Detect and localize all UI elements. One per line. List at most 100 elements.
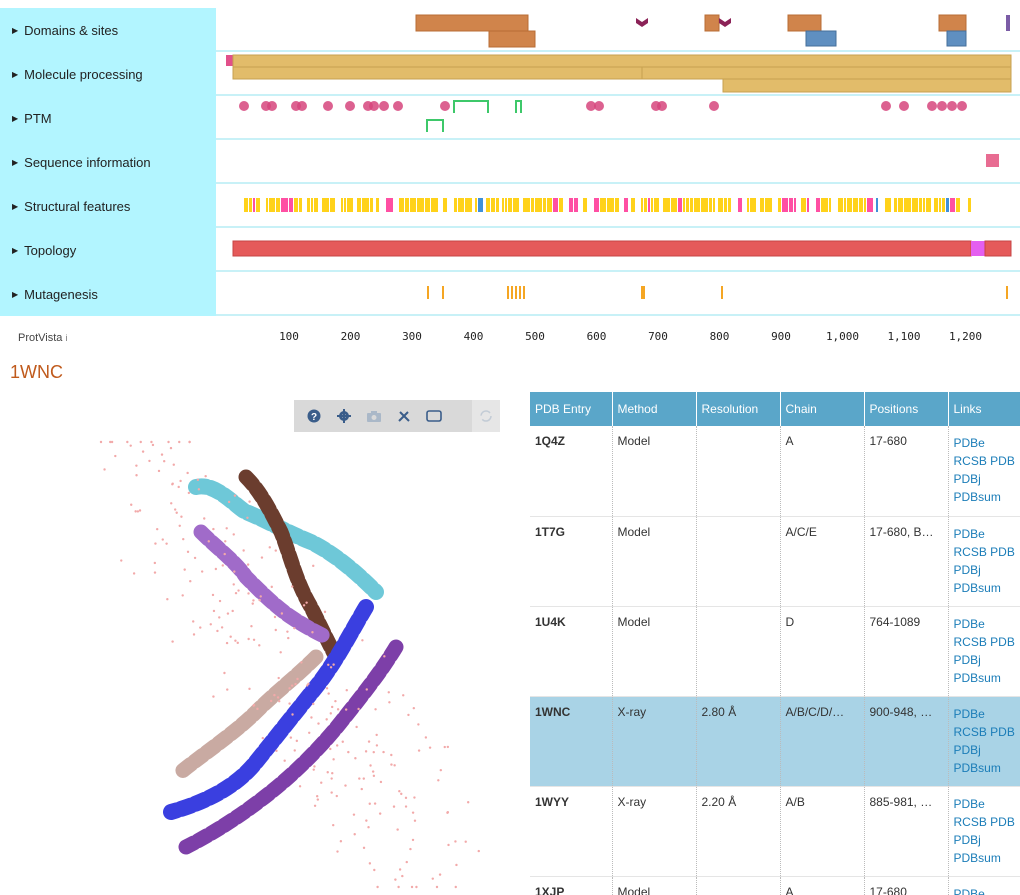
structural-feature[interactable] [686,198,689,212]
structural-feature[interactable] [859,198,863,212]
column-header-pdb-entry[interactable]: PDB Entry [530,392,613,426]
structural-feature[interactable] [535,198,542,212]
structural-feature[interactable] [683,198,685,212]
structural-feature[interactable] [671,198,677,212]
track-label-mutagenesis[interactable]: ▶ Mutagenesis [0,272,216,316]
structural-feature[interactable] [864,198,866,212]
site-feature[interactable] [719,18,731,27]
track-label-molecule-processing[interactable]: ▶ Molecule processing [0,52,216,96]
ptm-glycosylation-site[interactable] [957,101,967,111]
structural-feature[interactable] [926,198,931,212]
mutagenesis-site[interactable] [515,286,517,299]
mutagenesis-site[interactable] [507,286,509,299]
link-pdbsum[interactable]: PDBsum [954,759,1020,777]
structural-feature[interactable] [838,198,843,212]
ptm-glycosylation-site[interactable] [927,101,937,111]
track-label-topology[interactable]: ▶ Topology [0,228,216,272]
structural-feature[interactable] [289,198,293,212]
column-header-links[interactable]: Links [948,392,1020,426]
link-rcsb-pdb[interactable]: RCSB PDB [954,633,1020,651]
column-header-chain[interactable]: Chain [780,392,865,426]
structural-feature[interactable] [950,198,955,212]
topology-extracellular[interactable] [232,240,972,257]
disulfide-bond[interactable] [453,100,489,113]
structural-feature[interactable] [615,198,619,212]
column-header-method[interactable]: Method [612,392,697,426]
table-row[interactable]: 1XJP Model A 17-680 PDBe [530,876,1020,895]
table-row[interactable]: 1WYY X-ray 2.20 Å A/B 885-981, … PDBe RCSB PDB… [530,786,1020,877]
structural-feature[interactable] [559,198,563,212]
link-pdbsum[interactable]: PDBsum [954,579,1020,597]
link-rcsb-pdb[interactable]: RCSB PDB [954,543,1020,561]
structural-feature[interactable] [624,198,628,212]
link-pdbe[interactable]: PDBe [954,434,1020,452]
domain-feature[interactable] [704,14,720,32]
track-label-ptm[interactable]: ▶ PTM [0,96,216,140]
structural-feature[interactable] [644,198,647,212]
structural-feature[interactable] [709,198,712,212]
site-feature[interactable] [636,18,648,27]
structural-feature[interactable] [491,198,495,212]
structural-feature[interactable] [486,198,490,212]
ptm-glycosylation-site[interactable] [899,101,909,111]
structural-feature[interactable] [600,198,606,212]
structural-feature[interactable] [269,198,275,212]
structural-feature[interactable] [641,198,643,212]
link-pdbsum[interactable]: PDBsum [954,669,1020,687]
chain-feature[interactable] [232,54,1012,68]
structural-feature[interactable] [782,198,788,212]
ptm-glycosylation-site[interactable] [297,101,307,111]
topology-cytoplasmic[interactable] [984,240,1012,257]
structural-feature[interactable] [738,198,742,212]
structural-feature[interactable] [431,198,438,212]
structural-feature[interactable] [253,198,255,212]
structural-feature[interactable] [513,198,519,212]
sequence-conflict-feature[interactable] [986,154,999,167]
structural-feature[interactable] [425,198,430,212]
ptm-glycosylation-site[interactable] [393,101,403,111]
structural-feature[interactable] [648,198,650,212]
structural-feature[interactable] [299,198,302,212]
mutagenesis-site[interactable] [1006,286,1008,299]
ptm-glycosylation-site[interactable] [345,101,355,111]
structural-feature[interactable] [417,198,424,212]
domain-feature[interactable] [415,14,529,32]
structural-feature[interactable] [344,198,346,212]
link-pdbe[interactable]: PDBe [954,795,1020,813]
structural-feature[interactable] [724,198,727,212]
structural-feature[interactable] [294,198,298,212]
ptm-glycosylation-site[interactable] [323,101,333,111]
ptm-glycosylation-site[interactable] [657,101,667,111]
structural-feature[interactable] [821,198,828,212]
structural-feature[interactable] [531,198,534,212]
structural-feature[interactable] [311,198,313,212]
structural-feature[interactable] [904,198,911,212]
structural-feature[interactable] [314,198,318,212]
structural-feature[interactable] [399,198,404,212]
structural-feature[interactable] [760,198,764,212]
mutagenesis-site[interactable] [523,286,525,299]
table-row[interactable]: 1T7G Model A/C/E 17-680, B… PDBe RCSB PDB PDBj… [530,516,1020,607]
structural-feature[interactable] [898,198,903,212]
table-row[interactable]: 1Q4Z Model A 17-680 PDBe RCSB PDB PDBj PDBsum [530,426,1020,517]
structural-feature[interactable] [816,198,820,212]
structural-feature[interactable] [713,198,715,212]
link-pdbe[interactable]: PDBe [954,525,1020,543]
structural-feature[interactable] [663,198,670,212]
structural-feature[interactable] [807,198,809,212]
ptm-glycosylation-site[interactable] [947,101,957,111]
structural-feature[interactable] [553,198,558,212]
structural-feature[interactable] [942,198,945,212]
structural-feature[interactable] [281,198,288,212]
structural-feature[interactable] [750,198,756,212]
ptm-glycosylation-site[interactable] [594,101,604,111]
structural-feature[interactable] [454,198,457,212]
ptm-glycosylation-site[interactable] [709,101,719,111]
mutagenesis-site[interactable] [643,286,645,299]
structural-feature[interactable] [357,198,361,212]
structural-feature[interactable] [458,198,464,212]
mutagenesis-site[interactable] [721,286,723,299]
topology-transmembrane[interactable] [971,241,985,256]
structural-feature[interactable] [690,198,693,212]
structural-feature[interactable] [322,198,329,212]
